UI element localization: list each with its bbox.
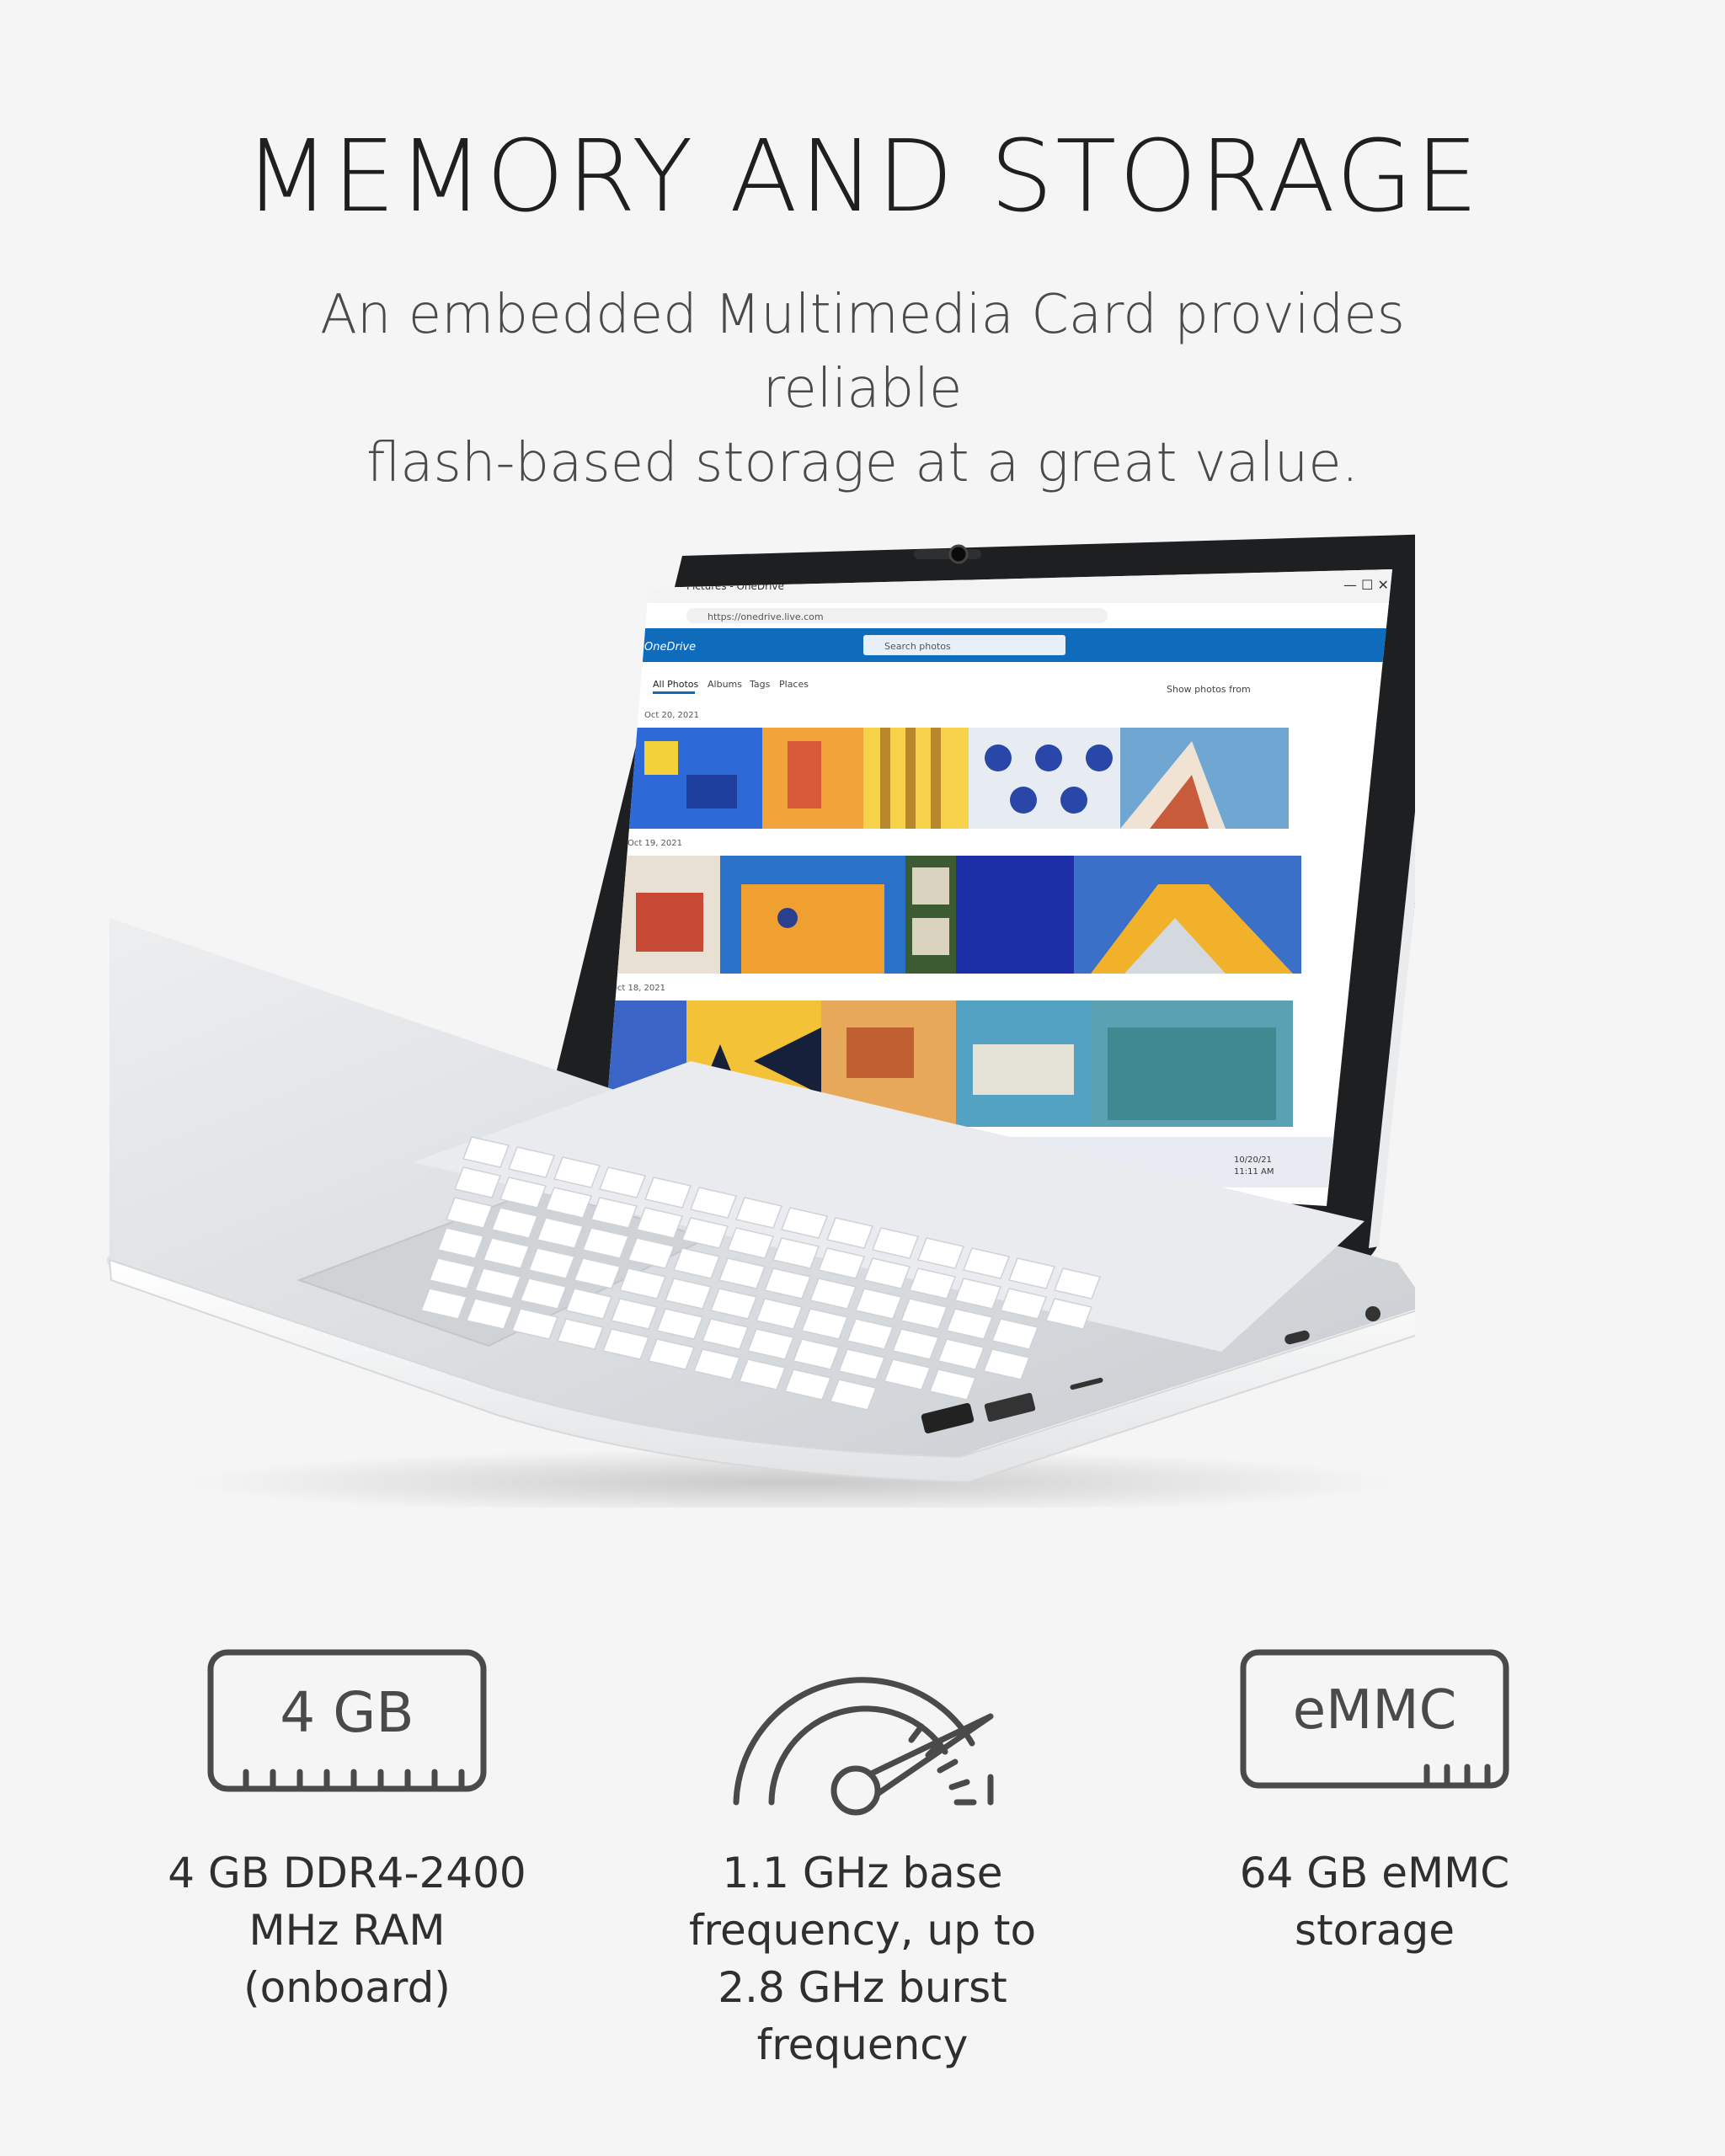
processor-caption: 1.1 GHz base frequency, up to 2.8 GHz bu… — [644, 1844, 1081, 2073]
memory-caption-line-3: (onboard) — [243, 1963, 451, 2012]
tab-albums: Albums — [708, 679, 742, 690]
processor-caption-line-4: frequency — [756, 2020, 969, 2069]
storage-chip-icon: eMMC — [1240, 1649, 1509, 1789]
date-label-3: Oct 18, 2021 — [611, 984, 665, 993]
audio-jack — [1365, 1306, 1381, 1321]
svg-text:— ☐ ✕: — ☐ ✕ — [1343, 577, 1389, 593]
memory-caption-line-2: MHz RAM — [248, 1906, 446, 1955]
processor-caption-line-1: 1.1 GHz base — [722, 1849, 1003, 1897]
address-text: https://onedrive.live.com — [708, 611, 824, 622]
memory-module-icon: 4 GB — [207, 1649, 487, 1792]
laptop-image: Pictures - OneDrive — ☐ ✕ https://onedri… — [106, 534, 1415, 1508]
memory-icon-label: 4 GB — [280, 1680, 414, 1745]
subtitle-line-2: flash-based storage at a great value. — [366, 432, 1359, 494]
clock-time: 11:11 AM — [1234, 1167, 1274, 1177]
memory-caption: 4 GB DDR4-2400 MHz RAM (onboard) — [128, 1844, 566, 2016]
processor-caption-line-3: 2.8 GHz burst — [718, 1963, 1007, 2012]
tab-all-photos: All Photos — [653, 679, 699, 690]
subtitle-line-1: An embedded Multimedia Card provides rel… — [320, 284, 1405, 420]
tab-places: Places — [779, 679, 809, 690]
date-label-2: Oct 19, 2021 — [628, 839, 682, 848]
storage-caption-line-1: 64 GB eMMC storage — [1239, 1849, 1510, 1955]
storage-icon-label: eMMC — [1293, 1679, 1457, 1742]
filter-label: Show photos from — [1167, 684, 1251, 695]
processor-caption-line-2: frequency, up to — [688, 1906, 1037, 1955]
tab-tags: Tags — [749, 679, 771, 690]
page-title: MEMORY AND STORAGE — [243, 118, 1482, 234]
memory-caption-line-1: 4 GB DDR4-2400 — [168, 1849, 526, 1897]
storage-caption: 64 GB eMMC storage — [1156, 1844, 1594, 1959]
search-photos-placeholder: Search photos — [884, 641, 951, 652]
speedometer-icon — [733, 1677, 994, 1816]
date-label-1: Oct 20, 2021 — [644, 711, 699, 720]
page-subtitle: An embedded Multimedia Card provides rel… — [231, 278, 1494, 500]
app-name: OneDrive — [644, 641, 696, 654]
clock-date: 10/20/21 — [1234, 1155, 1272, 1165]
